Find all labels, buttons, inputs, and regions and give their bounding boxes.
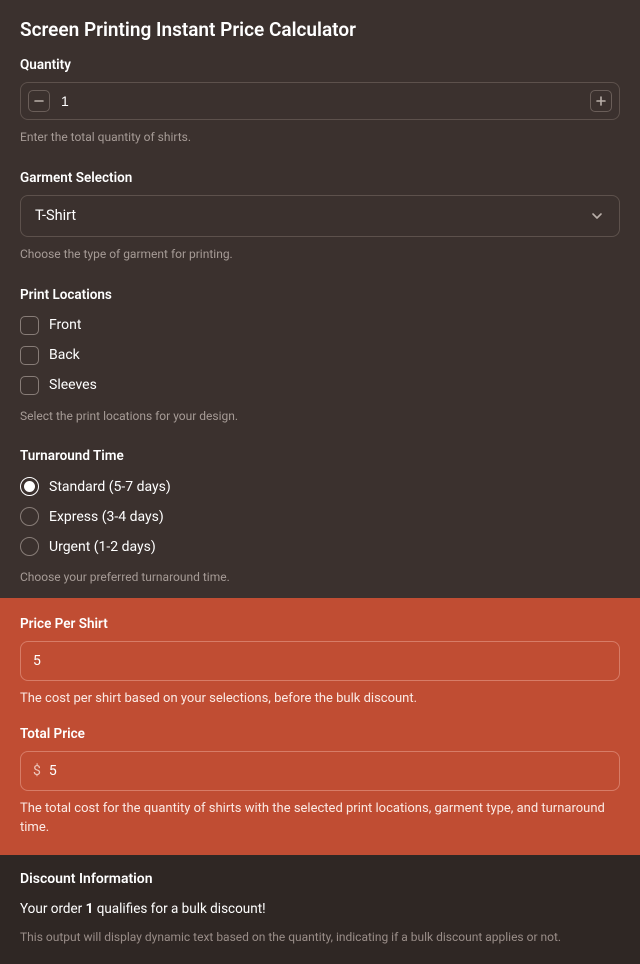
discount-post: qualifies for a bulk discount! xyxy=(93,901,265,917)
turnaround-express-label: Express (3-4 days) xyxy=(49,509,164,525)
garment-section: Garment Selection T-Shirt Choose the typ… xyxy=(0,164,640,267)
locations-helper: Select the print locations for your desi… xyxy=(20,408,620,425)
turnaround-urgent-radio[interactable]: Urgent (1-2 days) xyxy=(20,533,620,560)
total-price-field[interactable]: $ 5 xyxy=(20,751,620,791)
minus-icon xyxy=(34,96,44,106)
app-root: Screen Printing Instant Price Calculator… xyxy=(0,0,640,964)
turnaround-express-radio[interactable]: Express (3-4 days) xyxy=(20,503,620,530)
price-per-shirt-field[interactable]: 5 xyxy=(20,641,620,681)
discount-helper: This output will display dynamic text ba… xyxy=(20,929,620,946)
turnaround-urgent-label: Urgent (1-2 days) xyxy=(49,539,156,555)
discount-message: Your order 1 qualifies for a bulk discou… xyxy=(20,901,620,917)
radio-icon xyxy=(20,507,39,526)
garment-label: Garment Selection xyxy=(20,170,620,186)
turnaround-section: Turnaround Time Standard (5-7 days) Expr… xyxy=(0,442,640,590)
discount-block: Discount Information Your order 1 qualif… xyxy=(0,855,640,964)
location-front-checkbox[interactable]: Front xyxy=(20,312,620,339)
total-price-helper: The total cost for the quantity of shirt… xyxy=(20,800,620,836)
total-price-value: 5 xyxy=(49,763,57,779)
garment-select[interactable]: T-Shirt xyxy=(20,195,620,237)
location-sleeves-label: Sleeves xyxy=(49,377,97,393)
turnaround-standard-radio[interactable]: Standard (5-7 days) xyxy=(20,473,620,500)
chevron-down-icon xyxy=(589,208,605,224)
page-title: Screen Printing Instant Price Calculator xyxy=(20,18,620,41)
garment-helper: Choose the type of garment for printing. xyxy=(20,246,620,263)
dollar-icon: $ xyxy=(33,763,41,779)
turnaround-standard-label: Standard (5-7 days) xyxy=(49,479,171,495)
location-sleeves-checkbox[interactable]: Sleeves xyxy=(20,372,620,399)
checkbox-icon xyxy=(20,316,39,335)
discount-label: Discount Information xyxy=(20,871,620,887)
quantity-stepper xyxy=(20,82,620,120)
quantity-label: Quantity xyxy=(20,57,620,73)
total-price-label: Total Price xyxy=(20,726,620,742)
radio-icon xyxy=(20,477,39,496)
price-per-shirt-label: Price Per Shirt xyxy=(20,616,620,632)
checkbox-icon xyxy=(20,346,39,365)
quantity-increment-button[interactable] xyxy=(590,90,612,112)
pricing-block: Price Per Shirt 5 The cost per shirt bas… xyxy=(0,598,640,855)
locations-section: Print Locations Front Back Sleeves Selec… xyxy=(0,281,640,429)
radio-icon xyxy=(20,537,39,556)
quantity-decrement-button[interactable] xyxy=(28,90,50,112)
discount-pre: Your order xyxy=(20,901,86,917)
price-per-shirt-helper: The cost per shirt based on your selecti… xyxy=(20,690,620,708)
price-per-shirt-value: 5 xyxy=(33,653,41,669)
discount-qty: 1 xyxy=(86,901,94,917)
quantity-helper: Enter the total quantity of shirts. xyxy=(20,129,620,146)
location-front-label: Front xyxy=(49,317,81,333)
location-back-label: Back xyxy=(49,347,80,363)
checkbox-icon xyxy=(20,376,39,395)
quantity-input[interactable] xyxy=(57,83,583,119)
location-back-checkbox[interactable]: Back xyxy=(20,342,620,369)
header: Screen Printing Instant Price Calculator xyxy=(0,0,640,51)
turnaround-helper: Choose your preferred turnaround time. xyxy=(20,569,620,586)
plus-icon xyxy=(596,96,606,106)
locations-label: Print Locations xyxy=(20,287,620,303)
quantity-section: Quantity Enter the total quantity of shi… xyxy=(0,51,640,150)
garment-value: T-Shirt xyxy=(35,207,76,224)
turnaround-label: Turnaround Time xyxy=(20,448,620,464)
